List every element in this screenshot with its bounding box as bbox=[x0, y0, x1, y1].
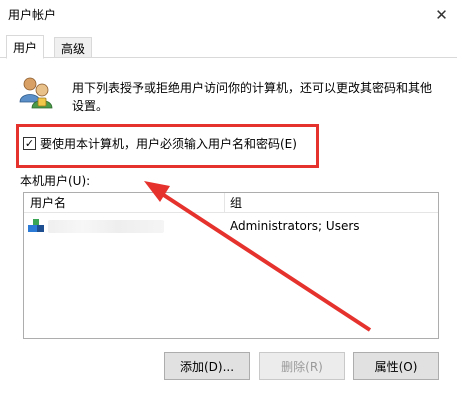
close-button[interactable]: ✕ bbox=[426, 0, 457, 30]
tab-advanced-label: 高级 bbox=[61, 41, 86, 56]
table-row[interactable]: Administrators; Users bbox=[24, 215, 438, 237]
local-users-label: 本机用户(U): bbox=[20, 174, 91, 188]
tab-strip: 用户 高级 bbox=[0, 30, 457, 59]
annotation-highlight-box bbox=[16, 124, 319, 168]
title-bar: 用户帐户 ✕ bbox=[0, 0, 457, 30]
close-icon: ✕ bbox=[435, 6, 448, 24]
users-icon bbox=[19, 77, 53, 109]
column-group-label: 组 bbox=[230, 196, 243, 210]
tab-users-label: 用户 bbox=[13, 40, 38, 55]
delete-button[interactable]: 删除(R) bbox=[259, 352, 345, 380]
add-button-label: 添加(D)... bbox=[179, 359, 235, 374]
delete-button-label: 删除(R) bbox=[281, 359, 323, 374]
tab-users[interactable]: 用户 bbox=[6, 35, 45, 59]
window-title: 用户帐户 bbox=[8, 8, 57, 22]
properties-button[interactable]: 属性(O) bbox=[353, 352, 439, 380]
description-text: 用下列表授予或拒绝用户访问你的计算机，还可以更改其密码和其他设置。 bbox=[72, 81, 433, 113]
list-header: 用户名 组 bbox=[24, 193, 438, 213]
add-button[interactable]: 添加(D)... bbox=[164, 352, 250, 380]
column-header-group[interactable]: 组 bbox=[224, 193, 438, 213]
row-group-cell: Administrators; Users bbox=[230, 219, 360, 233]
properties-button-label: 属性(O) bbox=[374, 359, 418, 374]
users-list[interactable]: 用户名 组 Administrators; Users bbox=[23, 192, 439, 339]
user-account-icon bbox=[28, 219, 44, 232]
redacted-username bbox=[48, 220, 164, 233]
tab-advanced[interactable]: 高级 bbox=[54, 37, 93, 59]
column-header-username[interactable]: 用户名 bbox=[24, 193, 224, 213]
column-username-label: 用户名 bbox=[30, 196, 67, 210]
